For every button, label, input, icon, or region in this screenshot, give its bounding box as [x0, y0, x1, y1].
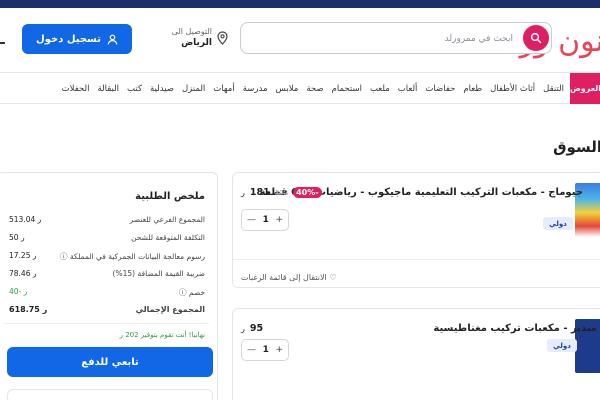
nav-item[interactable]: ملابس [276, 84, 299, 94]
cart-item-card: ميدبر - مكعبات تركيب مغناطيسية دولي 95 ر… [232, 308, 600, 400]
wishlist-label: الانتقال إلى قائمة الرغبات [241, 273, 327, 282]
divider [233, 259, 600, 260]
nav-item[interactable]: أمهات [213, 84, 234, 94]
delivery-city: الرياض [181, 38, 212, 48]
summary-label: التكلفة المتوقعة للشحن [131, 233, 205, 242]
summary-row-subtotal: المجموع الفرعي للعنصر ر 513.04 [9, 215, 205, 227]
summary-row-vat: ضريبة القيمة المضافة (15%) ر 78.46 [9, 269, 205, 281]
summary-value: ر 513.04 [9, 215, 42, 224]
login-label: تسجيل دخول [36, 33, 101, 45]
delivery-location[interactable]: التوصيل الى الرياض [168, 24, 228, 54]
nav-item[interactable]: مدرسة [243, 84, 268, 94]
currency-icon: ر [23, 287, 28, 296]
nav-item[interactable]: حفاضات [425, 84, 455, 94]
summary-label: المجموع الإجمالي [135, 305, 205, 314]
summary-value: ر 17.25 [9, 251, 37, 260]
currency-icon: ر [119, 331, 123, 339]
old-price: 302 [274, 188, 289, 197]
cart-item-card: جيوماج - مكعبات التركيب التعليمية ماجيكو… [232, 172, 600, 288]
summary-title: ملخص الطلبية [135, 191, 205, 202]
search-input[interactable] [263, 29, 513, 49]
plus-icon[interactable]: + [275, 345, 283, 355]
currency-icon: ر [32, 269, 37, 278]
currency-icon: ر [20, 233, 25, 242]
summary-label: خصم ⓘ [178, 288, 205, 297]
menu-icon[interactable] [0, 42, 5, 44]
summary-value: ر 78.46 [9, 269, 37, 278]
quantity-value: 1 [262, 215, 269, 225]
plus-icon[interactable]: + [275, 215, 283, 225]
nav-item[interactable]: صحة [306, 84, 323, 94]
nav-item[interactable]: كتب [127, 84, 142, 94]
category-nav: العروض التنقل أثاث الأطفال طعام حفاضات أ… [0, 72, 600, 104]
international-badge: دولي [547, 339, 577, 352]
order-summary: ملخص الطلبية المجموع الفرعي للعنصر ر 513… [0, 172, 218, 400]
user-icon [107, 34, 118, 45]
nav-item[interactable]: البقالة [97, 84, 119, 94]
price-row: 95 ر [241, 323, 263, 334]
summary-row-customs: رسوم معالجة البيانات الجمركية في المملكة… [9, 251, 205, 263]
currency-icon: ر [241, 188, 245, 197]
summary-row-discount: خصم ⓘ ر -40 [9, 287, 205, 299]
nav-item-offers[interactable]: العروض [570, 73, 600, 104]
summary-row-shipping: التكلفة المتوقعة للشحن ر 50 [9, 233, 205, 245]
quantity-stepper: + 1 — [241, 339, 289, 361]
summary-value: ر 618.75 [9, 305, 48, 314]
summary-value: ر 50 [9, 233, 25, 242]
move-to-wishlist-link[interactable]: ♡ الانتقال إلى قائمة الرغبات [241, 273, 336, 282]
current-price: 95 [249, 323, 264, 334]
minus-icon[interactable]: — [247, 215, 256, 225]
top-accent-bar [0, 0, 600, 8]
search-button[interactable] [523, 25, 549, 51]
summary-label: رسوم معالجة البيانات الجمركية في المملكة… [60, 252, 205, 261]
nav-item[interactable]: صيدلية [150, 84, 174, 94]
nav-item[interactable]: أثاث الأطفال [490, 84, 535, 94]
info-icon[interactable]: ⓘ [60, 252, 68, 261]
login-button[interactable]: تسجيل دخول [22, 24, 132, 54]
checkout-button[interactable]: تابعي للدفع [7, 347, 213, 377]
nav-item[interactable]: طعام [463, 84, 482, 94]
nav-item[interactable]: التنقل [543, 84, 564, 94]
currency-icon: ر [241, 324, 245, 333]
quantity-value: 1 [262, 345, 269, 355]
currency-icon: ر [42, 305, 48, 314]
summary-value: ر -40 [9, 287, 28, 296]
nav-item[interactable]: المنزل [182, 84, 205, 94]
summary-label: المجموع الفرعي للعنصر [129, 215, 205, 224]
page-title: السوق [553, 138, 600, 156]
summary-row-total: المجموع الإجمالي ر 618.75 [9, 305, 205, 317]
nav-items: التنقل أثاث الأطفال طعام حفاضات ألعاب مل… [62, 73, 564, 104]
heart-icon: ♡ [329, 273, 337, 282]
international-badge: دولي [543, 217, 573, 230]
current-price: 181 [249, 187, 270, 198]
divider [3, 323, 209, 324]
nav-item[interactable]: استحمام [332, 84, 362, 94]
search-bar [240, 22, 552, 54]
summary-label: ضريبة القيمة المضافة (15%) [112, 269, 205, 278]
price-row: -40% 302 181 ر [241, 187, 322, 198]
nav-item[interactable]: ملعب [370, 84, 390, 94]
location-pin-icon [217, 31, 228, 45]
currency-icon: ر [32, 251, 37, 260]
nav-item[interactable]: ألعاب [398, 84, 418, 94]
currency-icon: ر [37, 215, 42, 224]
saving-note: نهانيا! أنت تقوم بتوفير 202 ر [119, 331, 205, 339]
quantity-stepper: + 1 — [241, 209, 289, 231]
delivery-label: التوصيل الى [171, 27, 212, 36]
discount-badge: -40% [293, 187, 322, 198]
minus-icon[interactable]: — [247, 345, 256, 355]
info-icon[interactable]: ⓘ [179, 288, 187, 297]
nav-item[interactable]: الحفلات [62, 84, 90, 94]
site-header: نون ورلد التوصيل الى الرياض تسجيل دخول [0, 8, 600, 72]
search-icon [530, 32, 542, 44]
coupon-box[interactable] [7, 389, 213, 400]
product-title[interactable]: ميدبر - مكعبات تركيب مغناطيسية [433, 323, 597, 334]
